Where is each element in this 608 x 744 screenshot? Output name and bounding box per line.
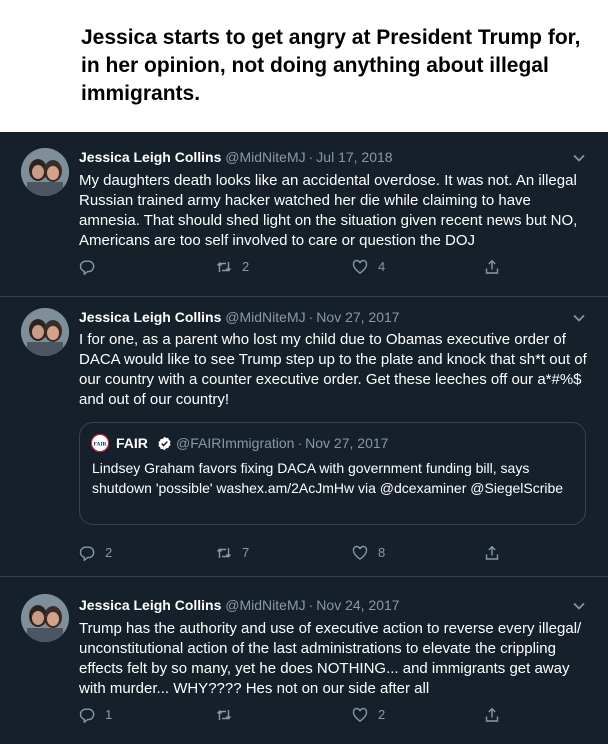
- author-handle[interactable]: @MidNiteMJ: [225, 597, 305, 613]
- quote-meta: @FAIRImmigration · Nov 27, 2017: [176, 435, 389, 451]
- quote-text: Lindsey Graham favors fixing DACA with g…: [92, 460, 564, 496]
- avatar[interactable]: [21, 148, 69, 196]
- retweet-count: 7: [242, 545, 250, 560]
- svg-text:FAIR: FAIR: [93, 442, 107, 448]
- author-handle[interactable]: @MidNiteMJ: [225, 309, 305, 325]
- tweet-header: Jessica Leigh Collins @MidNiteMJ · Nov 24,…: [79, 597, 400, 613]
- share-icon: [485, 545, 499, 560]
- tweet-date[interactable]: Nov 24, 2017: [316, 597, 399, 613]
- tweet[interactable]: Jessica Leigh Collins @MidNiteMJ · Nov 24,…: [0, 576, 608, 744]
- tweet-header: Jessica Leigh Collins @MidNiteMJ · Nov 27,…: [79, 309, 400, 325]
- tweet-actions: 1 2: [79, 705, 509, 725]
- author-name[interactable]: Jessica Leigh Collins: [79, 597, 221, 613]
- retweet-icon: [216, 262, 232, 272]
- chevron-down-icon[interactable]: [572, 599, 586, 613]
- fair-logo: FAIR: [91, 434, 109, 452]
- quoted-tweet[interactable]: FAIR FAIR @FAIRImmigration · Nov 27, 2017 …: [79, 422, 586, 525]
- avatar[interactable]: [21, 308, 69, 356]
- tweet-feed: Jessica Leigh Collins @MidNiteMJ · Jul 17,…: [0, 132, 608, 744]
- heart-icon: [352, 259, 368, 274]
- quote-author-handle[interactable]: @FAIRImmigration: [176, 435, 294, 451]
- author-name[interactable]: Jessica Leigh Collins: [79, 149, 221, 165]
- chevron-down-icon[interactable]: [572, 151, 586, 165]
- reply-count: 1: [105, 707, 113, 722]
- avatar[interactable]: [21, 594, 69, 642]
- retweet-icon: [216, 548, 232, 558]
- retweet-count: 2: [242, 259, 250, 274]
- tweet[interactable]: Jessica Leigh Collins @MidNiteMJ · Jul 17,…: [0, 132, 608, 297]
- like-count: 8: [378, 545, 386, 560]
- tweet[interactable]: Jessica Leigh Collins @MidNiteMJ · Nov 27,…: [0, 296, 608, 577]
- tweet-date[interactable]: Nov 27, 2017: [316, 309, 399, 325]
- quote-author-name[interactable]: FAIR: [116, 434, 148, 452]
- heart-icon: [352, 545, 368, 560]
- tweet-text: Trump has the authority and use of execu…: [79, 620, 582, 697]
- retweet-icon: [216, 710, 232, 720]
- heart-icon: [352, 707, 368, 722]
- like-count: 2: [378, 707, 386, 722]
- reply-icon: [79, 708, 95, 723]
- tweet-date[interactable]: Jul 17, 2018: [316, 149, 392, 165]
- tweet-actions: 2 7 8: [79, 543, 509, 563]
- author-handle[interactable]: @MidNiteMJ: [225, 149, 305, 165]
- share-icon: [485, 259, 499, 274]
- share-icon: [485, 707, 499, 722]
- tweet-actions: 2 4: [79, 257, 509, 277]
- tweet-text: My daughters death looks like an acciden…: [79, 172, 578, 249]
- author-name[interactable]: Jessica Leigh Collins: [79, 309, 221, 325]
- tweet-header: Jessica Leigh Collins @MidNiteMJ · Jul 17,…: [79, 149, 393, 165]
- verified-badge-icon: [158, 436, 171, 451]
- caption-banner: Jessica starts to get angry at President…: [0, 0, 608, 132]
- reply-icon: [79, 546, 95, 561]
- reply-icon: [79, 260, 95, 275]
- tweet-text: I for one, as a parent who lost my child…: [79, 331, 587, 408]
- caption-text: Jessica starts to get angry at President…: [81, 26, 581, 105]
- chevron-down-icon[interactable]: [572, 311, 586, 325]
- quote-date[interactable]: Nov 27, 2017: [305, 435, 388, 451]
- reply-count: 2: [105, 545, 113, 560]
- like-count: 4: [378, 259, 386, 274]
